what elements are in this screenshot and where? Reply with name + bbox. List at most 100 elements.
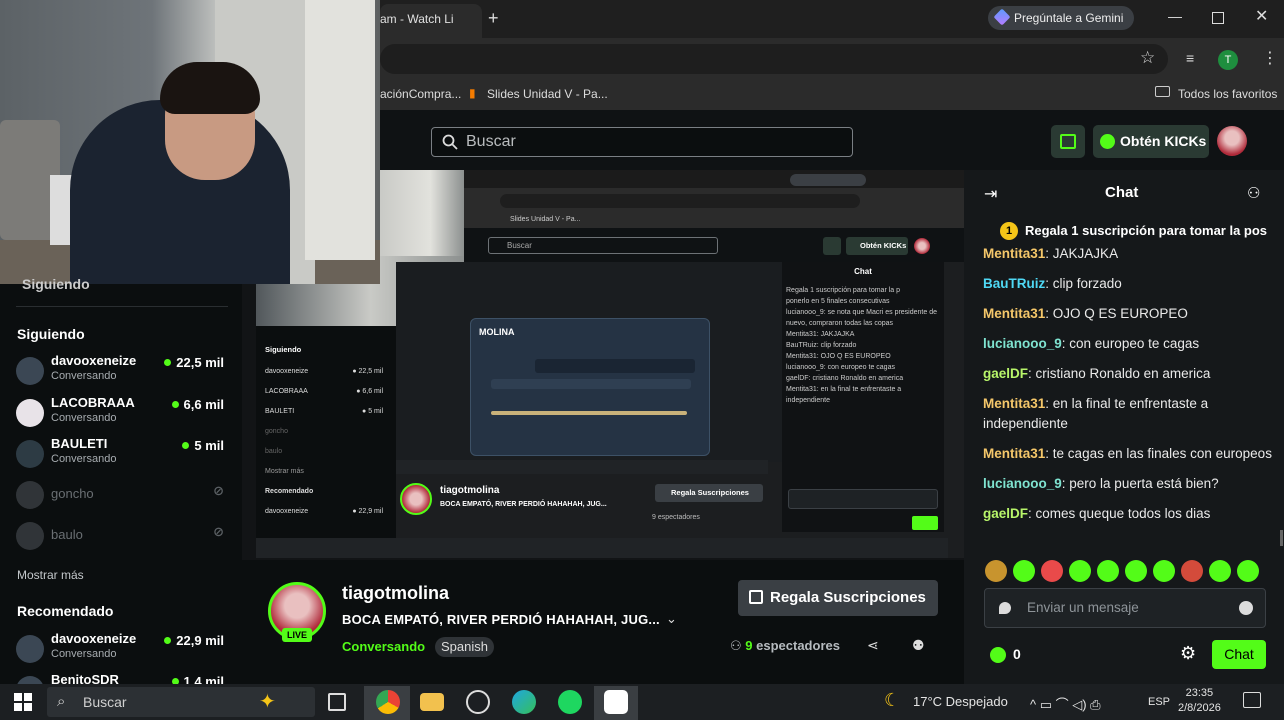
inner-chat-input bbox=[788, 489, 938, 509]
bookmark-item[interactable]: Slides Unidad V - Pa... bbox=[487, 87, 608, 101]
clock[interactable]: 23:35 2/8/2026 bbox=[1178, 686, 1221, 716]
kicks-count: 0 bbox=[1013, 646, 1021, 662]
file-explorer-icon[interactable] bbox=[420, 693, 444, 711]
chat-message: Mentita31: JAKJAJKA bbox=[983, 246, 1119, 261]
follow-icon[interactable]: ⚉ bbox=[912, 637, 925, 654]
send-chat-button[interactable]: Chat bbox=[1212, 640, 1266, 669]
inner-viewers: 9 espectadores bbox=[652, 514, 700, 521]
chat-input[interactable]: Enviar un mensaje bbox=[984, 588, 1266, 628]
taskbar-search[interactable]: ⌕ Buscar ✦ bbox=[47, 687, 315, 717]
search-icon: ⌕ bbox=[57, 693, 66, 710]
sparkle-icon: ✦ bbox=[259, 691, 276, 713]
avatar bbox=[16, 522, 44, 550]
chat-username[interactable]: Mentita31 bbox=[983, 246, 1045, 261]
store-button[interactable] bbox=[1051, 125, 1085, 158]
sidebar-item-recommended[interactable]: BenitoSDR 1,4 mil bbox=[16, 672, 226, 684]
pinned-gift-banner[interactable]: 1 Regala 1 suscripción para tomar la pos bbox=[985, 218, 1275, 244]
chat-users-icon[interactable]: ⚇ bbox=[1247, 184, 1260, 202]
tray-icons[interactable]: ^ ▭ ⌒ ◁) ⎙ bbox=[1030, 694, 1101, 713]
profile-avatar[interactable]: T bbox=[1218, 50, 1238, 70]
inner-gemini bbox=[790, 174, 866, 186]
emote-icon[interactable] bbox=[1237, 560, 1259, 582]
tab-title: am - Watch Li bbox=[380, 12, 454, 26]
emote-icon[interactable] bbox=[1209, 560, 1231, 582]
chat-username[interactable]: Mentita31 bbox=[983, 446, 1045, 461]
chat-username[interactable]: lucianooo_9 bbox=[983, 476, 1062, 491]
get-kicks-button[interactable]: Obtén KICKs bbox=[1093, 125, 1209, 158]
task-view-icon[interactable] bbox=[328, 693, 346, 711]
omnibox[interactable] bbox=[380, 44, 1168, 74]
menu-icon[interactable]: ⋮ bbox=[1262, 48, 1278, 68]
sidebar-item-lacobraaa[interactable]: LACOBRAAA Conversando 6,6 mil bbox=[16, 395, 226, 431]
live-badge: LIVE bbox=[282, 628, 312, 642]
emote-icon[interactable] bbox=[1153, 560, 1175, 582]
user-avatar[interactable] bbox=[1217, 126, 1247, 156]
avatar bbox=[16, 399, 44, 427]
live-dot-icon bbox=[164, 637, 172, 644]
language-tag[interactable]: Spanish bbox=[435, 637, 494, 657]
bookmark-star-icon[interactable]: ☆ bbox=[1140, 48, 1155, 68]
kick-coin-icon bbox=[990, 647, 1006, 663]
inner-following-title: Siguiendo bbox=[265, 345, 302, 354]
emote-icon[interactable] bbox=[985, 560, 1007, 582]
all-bookmarks[interactable]: Todos los favoritos bbox=[1178, 87, 1277, 101]
share-icon[interactable]: ⋖ bbox=[867, 637, 879, 654]
sidebar-cut-title: Siguiendo bbox=[22, 276, 90, 292]
maximize-icon[interactable] bbox=[1212, 12, 1224, 24]
sidebar-item-goncho[interactable]: goncho ⊘ bbox=[16, 477, 226, 513]
shield-icon bbox=[999, 602, 1011, 614]
media-icon[interactable]: ≡ bbox=[1186, 50, 1194, 66]
emote-icon[interactable] bbox=[1041, 560, 1063, 582]
chat-username[interactable]: BauTRuiz bbox=[983, 276, 1045, 291]
edge-icon[interactable] bbox=[512, 690, 536, 714]
game-icon[interactable] bbox=[466, 690, 490, 714]
stream-category[interactable]: Conversando bbox=[342, 639, 425, 654]
offline-icon: ⊘ bbox=[213, 483, 224, 498]
emoji-icon[interactable] bbox=[1239, 601, 1253, 615]
chat-text: OJO Q ES EUROPEO bbox=[1052, 306, 1188, 321]
folder-icon bbox=[1155, 86, 1170, 97]
scrollbar[interactable] bbox=[1280, 530, 1283, 546]
minimize-icon[interactable]: — bbox=[1168, 8, 1182, 24]
emote-icon[interactable] bbox=[1181, 560, 1203, 582]
chat-username[interactable]: Mentita31 bbox=[983, 306, 1045, 321]
emote-icon[interactable] bbox=[1069, 560, 1091, 582]
show-more-link[interactable]: Mostrar más bbox=[17, 568, 84, 582]
windows-start-icon[interactable] bbox=[14, 693, 32, 711]
language-indicator[interactable]: ESP bbox=[1148, 696, 1170, 708]
notification-icon[interactable] bbox=[1243, 692, 1261, 708]
browser-tab-active[interactable]: am - Watch Li bbox=[380, 4, 482, 38]
chevron-down-icon[interactable]: ⌄ bbox=[666, 611, 677, 627]
sidebar-item-recommended[interactable]: davooxeneize Conversando 22,9 mil bbox=[16, 631, 226, 667]
emote-icon[interactable] bbox=[1125, 560, 1147, 582]
channel-name[interactable]: tiagotmolina bbox=[342, 583, 449, 604]
live-dot-icon bbox=[182, 442, 190, 449]
chat-username[interactable]: gaelDF bbox=[983, 506, 1028, 521]
coin-icon: 1 bbox=[1000, 222, 1018, 240]
chat-text: comes queque todos los dias bbox=[1035, 506, 1211, 521]
emote-icon[interactable] bbox=[1097, 560, 1119, 582]
gift-subs-button[interactable]: Regala Suscripciones bbox=[738, 580, 938, 616]
sidebar-item-davooxeneize[interactable]: davooxeneize Conversando 22,5 mil bbox=[16, 353, 226, 389]
chat-title: Chat bbox=[1105, 184, 1139, 201]
collapse-chat-icon[interactable]: ⇥ bbox=[984, 184, 997, 204]
sidebar-item-baulo[interactable]: baulo ⊘ bbox=[16, 518, 226, 554]
weather-moon-icon: ☾ bbox=[884, 690, 901, 710]
chat-username[interactable]: gaelDF bbox=[983, 366, 1028, 381]
settings-gear-icon[interactable]: ⚙ bbox=[1180, 643, 1196, 664]
chat-username[interactable]: lucianooo_9 bbox=[983, 336, 1062, 351]
chat-username[interactable]: Mentita31 bbox=[983, 396, 1045, 411]
chrome-icon[interactable] bbox=[376, 690, 400, 714]
bookmark-item[interactable]: aciónCompra... bbox=[380, 87, 461, 101]
chat-message: gaelDF: comes queque todos los dias bbox=[983, 506, 1211, 521]
new-tab-icon[interactable]: + bbox=[488, 8, 499, 29]
sidebar-item-bauleti[interactable]: BAULETI Conversando 5 mil bbox=[16, 436, 226, 472]
search-input[interactable]: Buscar bbox=[431, 127, 853, 157]
emote-icon[interactable] bbox=[1013, 560, 1035, 582]
capcut-icon[interactable] bbox=[604, 690, 628, 714]
gemini-button[interactable]: Pregúntale a Gemini bbox=[988, 6, 1134, 30]
spotify-icon[interactable] bbox=[558, 690, 582, 714]
close-icon[interactable]: ✕ bbox=[1255, 6, 1268, 26]
chat-message: Mentita31: te cagas en las finales con e… bbox=[983, 446, 1272, 461]
weather-text[interactable]: 17°C Despejado bbox=[913, 694, 1008, 709]
